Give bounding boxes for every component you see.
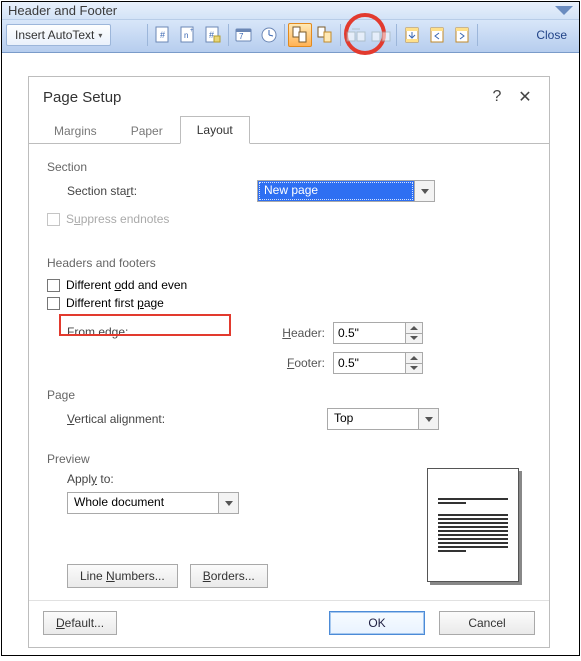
dialog-help-button[interactable]: ? [483, 88, 511, 106]
toolbar-close-button[interactable]: Close [528, 28, 575, 42]
suppress-endnotes-label: Suppress endnotes [66, 212, 169, 226]
dialog-close-button[interactable]: ✕ [511, 87, 539, 107]
toolbar-title: Header and Footer [8, 3, 117, 18]
checkbox-box-icon [47, 297, 60, 310]
toolbar-collapse-icon[interactable] [555, 6, 573, 15]
insert-autotext-button[interactable]: Insert AutoText ▾ [6, 24, 111, 46]
page-heading: Page [47, 388, 531, 402]
section-start-combo[interactable]: New page [257, 180, 435, 202]
headers-footers-heading: Headers and footers [47, 256, 531, 270]
insert-date-icon[interactable]: 7 [232, 23, 256, 47]
chevron-down-icon [421, 189, 429, 194]
link-to-previous-icon[interactable] [369, 23, 393, 47]
section-heading: Section [47, 160, 531, 174]
chevron-down-icon [425, 417, 433, 422]
switch-header-footer-icon[interactable] [400, 23, 424, 47]
header-footer-toolbar: Header and Footer Insert AutoText ▾ # n+… [2, 2, 579, 53]
apply-to-combo[interactable]: Whole document [67, 492, 239, 514]
insert-number-of-pages-icon[interactable]: n+ [176, 23, 200, 47]
spin-down-button[interactable] [406, 333, 422, 344]
header-label: Header: [257, 326, 325, 340]
page-setup-dialog: Page Setup ? ✕ Margins Paper Layout Sect… [28, 76, 550, 648]
header-spin[interactable] [333, 322, 423, 344]
show-hide-document-text-icon[interactable] [313, 23, 337, 47]
vertical-alignment-value: Top [328, 409, 418, 429]
svg-text:#: # [209, 30, 214, 40]
ok-button[interactable]: OK [329, 611, 425, 635]
svg-text:n: n [184, 31, 188, 40]
different-odd-even-checkbox[interactable]: Different odd and even [47, 276, 531, 294]
page-setup-icon[interactable] [288, 23, 312, 47]
insert-autotext-label: Insert AutoText [15, 28, 94, 42]
dialog-title: Page Setup [43, 89, 121, 106]
show-next-icon[interactable] [450, 23, 474, 47]
default-button[interactable]: Default... [43, 611, 117, 635]
different-odd-even-label: Different odd and even [66, 278, 187, 292]
checkbox-box-icon [47, 213, 60, 226]
section-start-value: New page [258, 181, 414, 201]
preview-heading: Preview [47, 452, 531, 466]
dropdown-button[interactable] [418, 409, 438, 429]
dropdown-caret-icon: ▾ [98, 31, 102, 40]
chevron-down-icon [410, 336, 418, 340]
header-value-input[interactable] [333, 322, 405, 344]
dropdown-button[interactable] [414, 181, 434, 201]
spin-down-button[interactable] [406, 363, 422, 374]
chevron-down-icon [410, 366, 418, 370]
tab-paper[interactable]: Paper [114, 117, 180, 144]
section-start-label: Section start: [67, 184, 257, 198]
different-first-page-label: Different first page [66, 296, 164, 310]
svg-text:+: + [190, 28, 194, 34]
chevron-up-icon [410, 356, 418, 360]
from-edge-label: From edge: [67, 322, 257, 339]
different-first-page-checkbox[interactable]: Different first page [47, 294, 531, 312]
footer-value-input[interactable] [333, 352, 405, 374]
vertical-alignment-combo[interactable]: Top [327, 408, 439, 430]
insert-page-number-icon[interactable]: # [151, 23, 175, 47]
apply-to-label: Apply to: [67, 472, 114, 486]
dialog-tabs: Margins Paper Layout [29, 115, 549, 144]
svg-text:#: # [160, 30, 165, 40]
footer-label: Footer: [257, 356, 325, 370]
insert-time-icon[interactable] [257, 23, 281, 47]
checkbox-box-icon [47, 279, 60, 292]
format-page-number-icon[interactable]: # [201, 23, 225, 47]
borders-button[interactable]: Borders... [190, 564, 268, 588]
show-previous-icon[interactable] [425, 23, 449, 47]
suppress-endnotes-checkbox: Suppress endnotes [47, 210, 531, 228]
spin-up-button[interactable] [406, 353, 422, 363]
footer-spin[interactable] [333, 352, 423, 374]
cancel-button[interactable]: Cancel [439, 611, 535, 635]
tab-margins[interactable]: Margins [37, 117, 114, 144]
chevron-up-icon [410, 326, 418, 330]
apply-to-value: Whole document [68, 493, 218, 513]
same-as-previous-icon[interactable] [344, 23, 368, 47]
page-preview-icon [427, 468, 519, 582]
tab-layout[interactable]: Layout [180, 116, 250, 144]
svg-text:7: 7 [239, 32, 244, 41]
spin-up-button[interactable] [406, 323, 422, 333]
line-numbers-button[interactable]: Line Numbers... [67, 564, 178, 588]
dropdown-button[interactable] [218, 493, 238, 513]
vertical-alignment-label: Vertical alignment: [67, 412, 327, 426]
chevron-down-icon [225, 501, 233, 506]
